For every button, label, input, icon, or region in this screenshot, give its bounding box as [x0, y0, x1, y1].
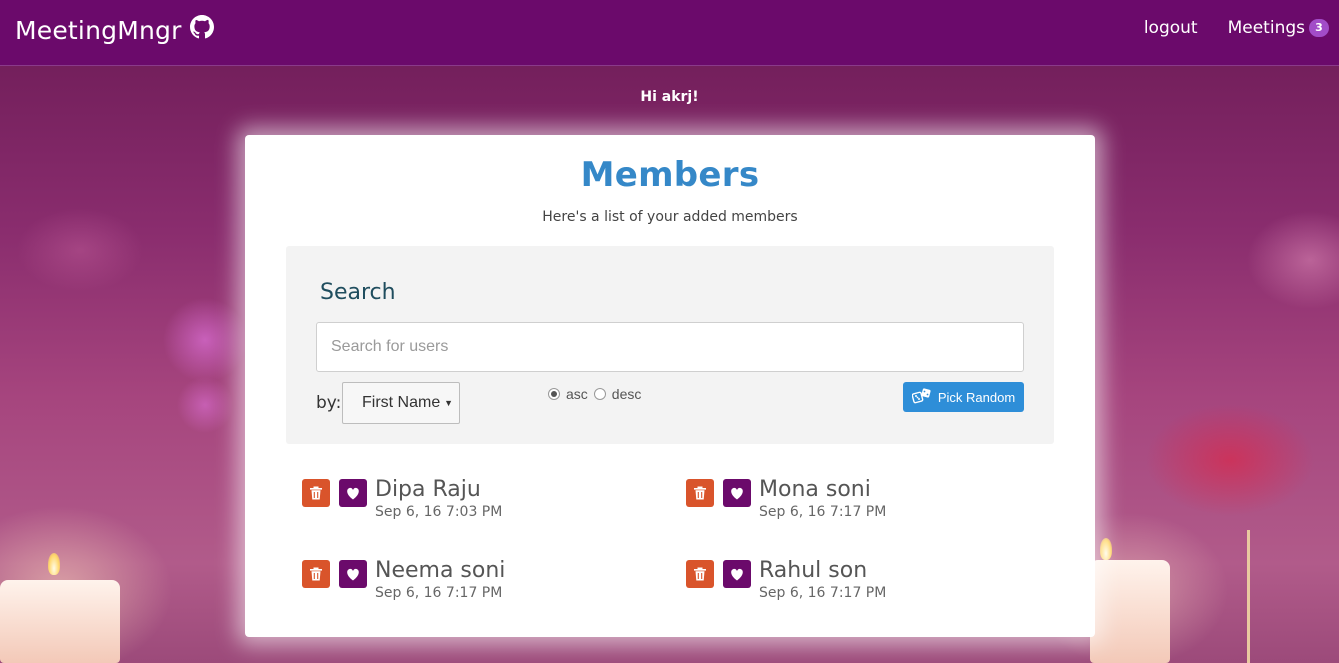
delete-button[interactable]: [302, 479, 330, 507]
asc-label: asc: [566, 386, 588, 402]
list-item: Dipa Raju Sep 6, 16 7:03 PM: [302, 477, 682, 528]
logout-link[interactable]: logout: [1144, 18, 1198, 38]
trash-icon: [310, 567, 322, 581]
members-list: Dipa Raju Sep 6, 16 7:03 PM Mona soni Se…: [302, 477, 1072, 609]
pick-random-button[interactable]: Pick Random: [903, 382, 1024, 412]
trash-icon: [694, 567, 706, 581]
search-heading: Search: [320, 280, 396, 305]
brand-link[interactable]: MeetingMngr: [15, 15, 214, 45]
favorite-button[interactable]: [723, 560, 751, 588]
brand-name: MeetingMngr: [15, 15, 182, 45]
member-name: Rahul son: [759, 558, 868, 583]
navbar: MeetingMngr logout Meetings 3: [0, 0, 1339, 66]
logout-label: logout: [1143, 18, 1198, 38]
sort-order-group: asc desc: [548, 386, 641, 402]
page-title: Members: [580, 155, 760, 195]
sort-by-label: by:: [316, 393, 342, 413]
member-date: Sep 6, 16 7:03 PM: [375, 504, 503, 520]
heart-icon: [347, 568, 359, 581]
sort-field-value: First Name: [362, 394, 441, 411]
heart-icon: [731, 487, 743, 500]
list-item: Mona soni Sep 6, 16 7:17 PM: [686, 477, 1066, 528]
delete-button[interactable]: [302, 560, 330, 588]
desc-label: desc: [611, 386, 642, 402]
meetings-label: Meetings: [1227, 18, 1305, 38]
greeting-text: Hi akrj!: [640, 89, 699, 105]
list-item: Rahul son Sep 6, 16 7:17 PM: [686, 558, 1066, 609]
trash-icon: [310, 486, 322, 500]
delete-button[interactable]: [686, 560, 714, 588]
asc-radio[interactable]: [548, 388, 560, 400]
member-name: Mona soni: [759, 477, 871, 502]
member-date: Sep 6, 16 7:17 PM: [759, 585, 887, 601]
sort-field-select[interactable]: First Name ▼: [342, 382, 460, 424]
desc-radio[interactable]: [593, 388, 606, 400]
favorite-button[interactable]: [339, 560, 367, 588]
member-name: Dipa Raju: [375, 477, 481, 502]
list-item: Neema soni Sep 6, 16 7:17 PM: [302, 558, 682, 609]
search-panel: Search by: First Name ▼ asc desc Pick Ra…: [286, 246, 1054, 444]
trash-icon: [694, 486, 706, 500]
delete-button[interactable]: [686, 479, 714, 507]
meetings-count-badge: 3: [1309, 19, 1329, 37]
favorite-button[interactable]: [723, 479, 751, 507]
heart-icon: [347, 487, 359, 500]
caret-down-icon: ▼: [444, 398, 453, 408]
nav-links: logout Meetings 3: [1144, 18, 1329, 38]
member-date: Sep 6, 16 7:17 PM: [759, 504, 887, 520]
dice-icon: [911, 387, 932, 408]
page-subtitle: Here's a list of your added members: [542, 209, 798, 225]
meetings-link[interactable]: Meetings 3: [1228, 18, 1329, 38]
github-icon[interactable]: [189, 15, 214, 45]
search-input[interactable]: [316, 322, 1024, 372]
heart-icon: [731, 568, 743, 581]
pick-random-label: Pick Random: [937, 389, 1016, 405]
member-date: Sep 6, 16 7:17 PM: [375, 585, 503, 601]
member-name: Neema soni: [375, 558, 506, 583]
favorite-button[interactable]: [339, 479, 367, 507]
